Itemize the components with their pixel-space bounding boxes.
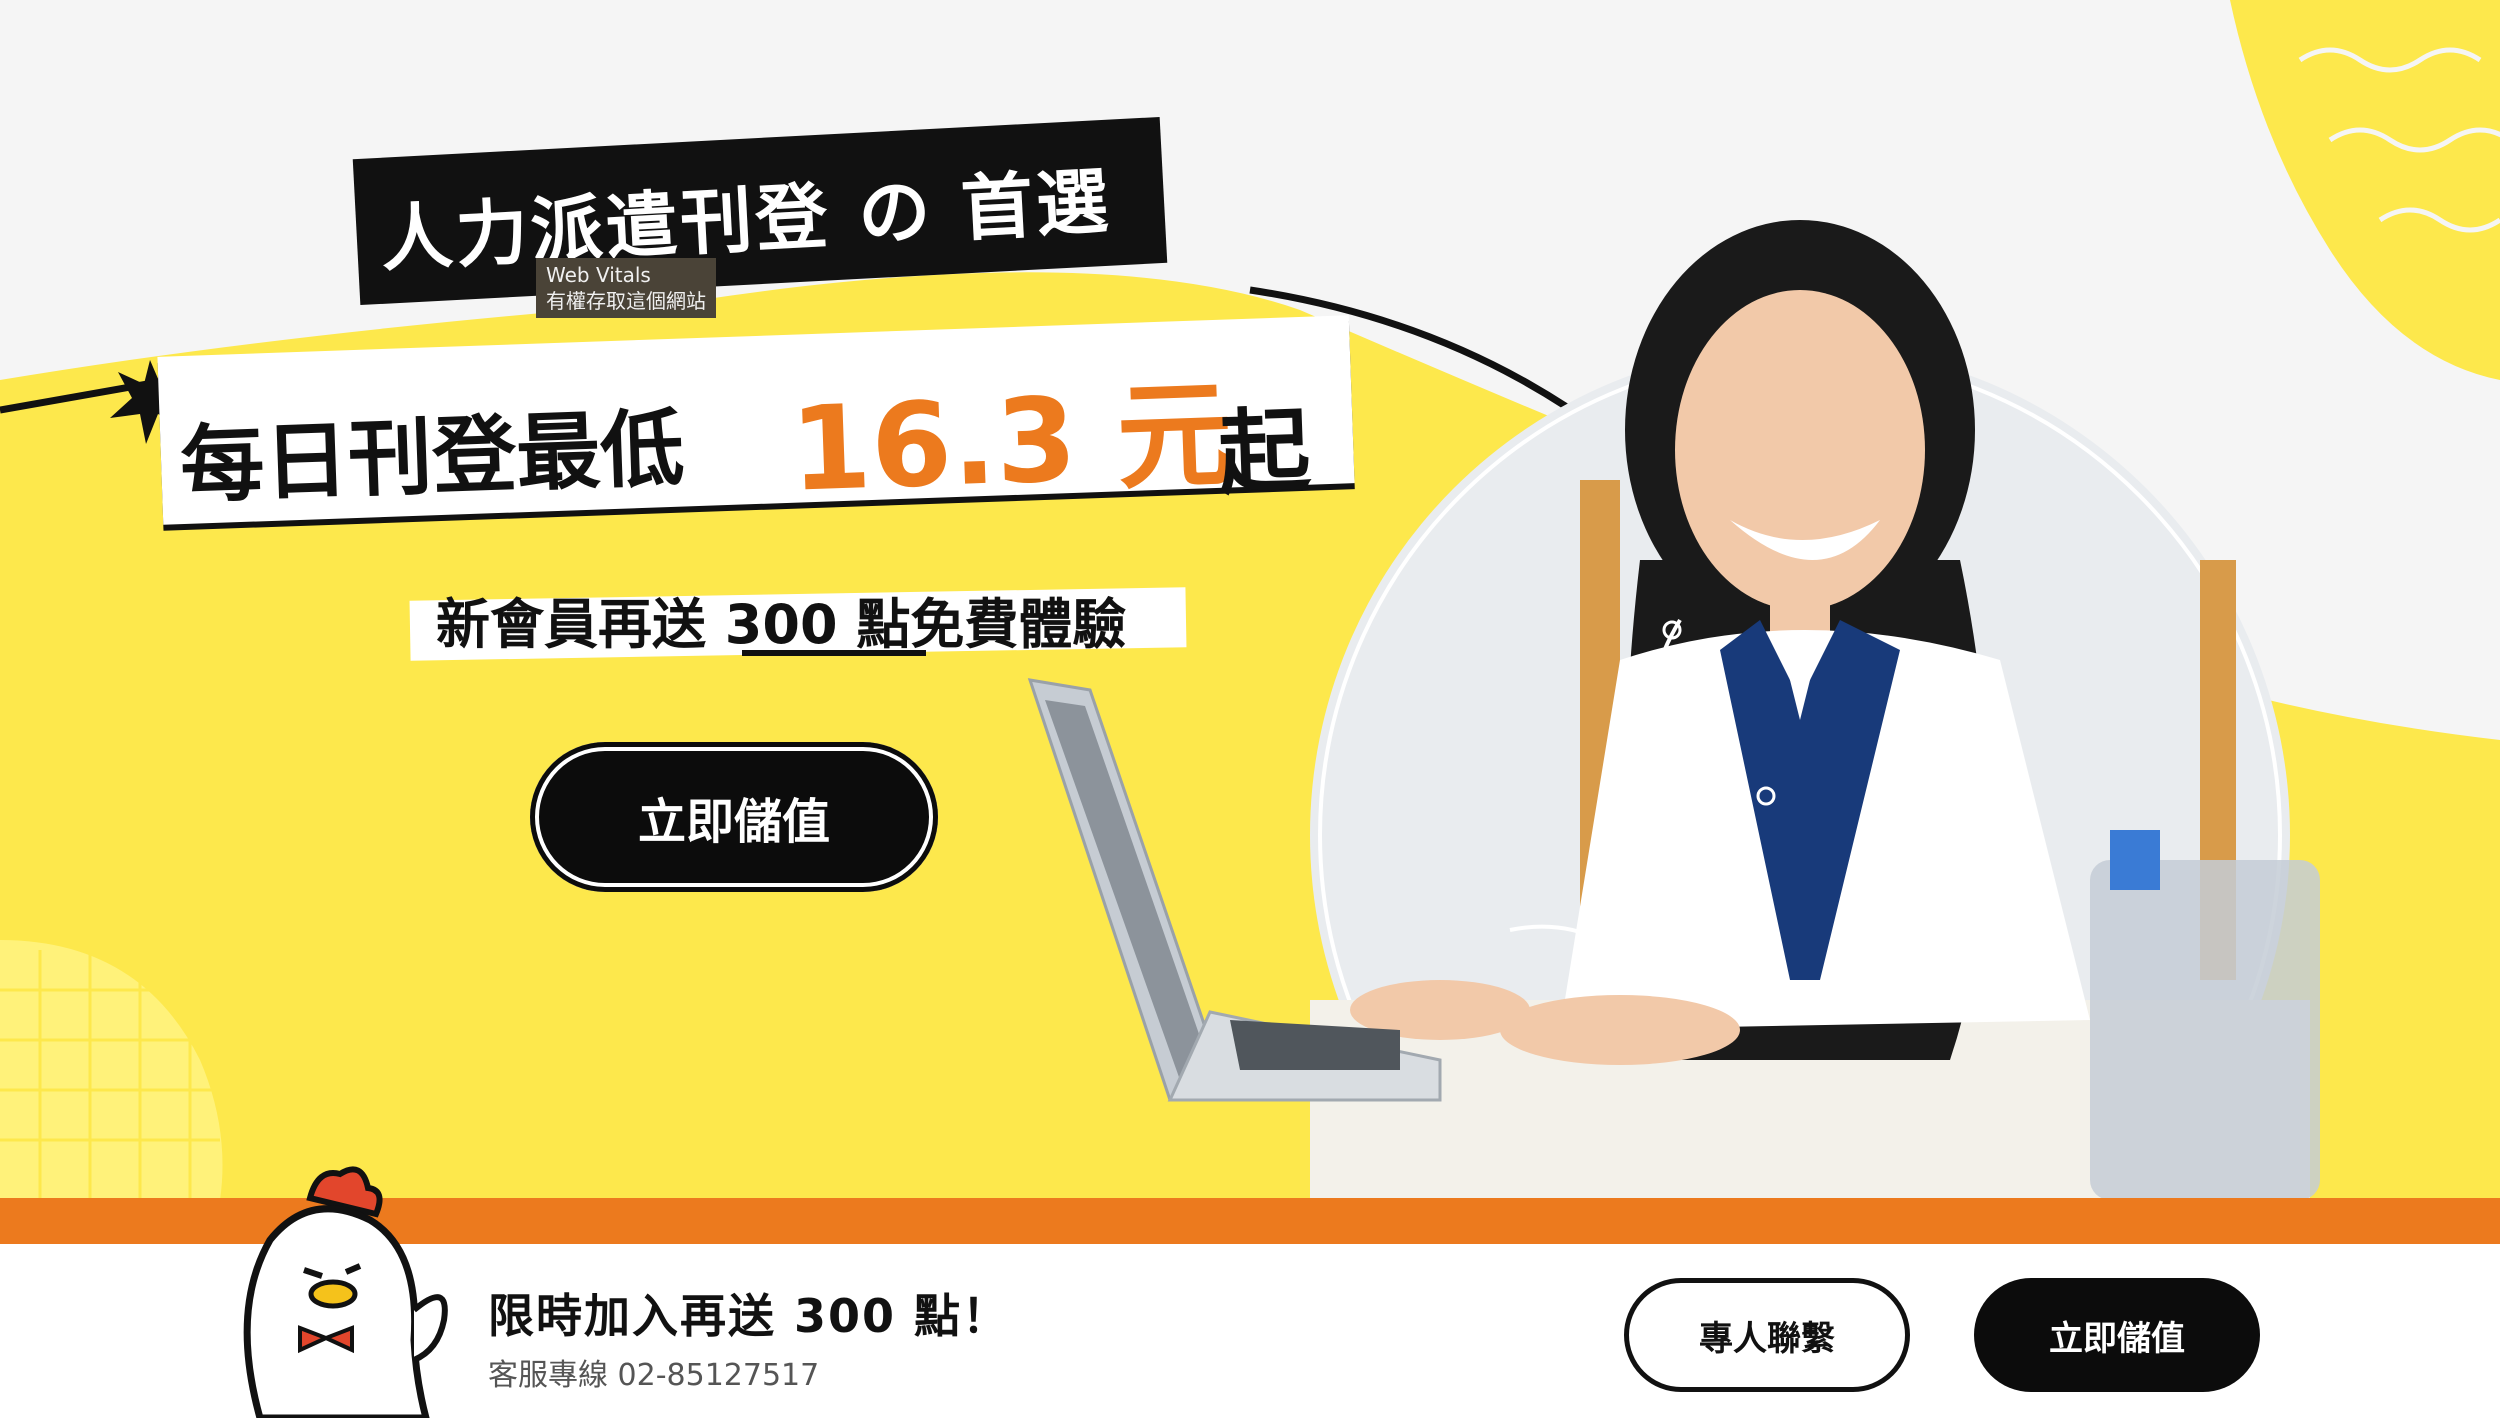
price-suffix: 起 [1216, 397, 1313, 508]
contact-specialist-button[interactable]: 專人聯繫 [1624, 1278, 1910, 1392]
promo-text: 新會員再送 300 點免費體驗 [436, 593, 1127, 656]
hero-topup-button[interactable]: 立即儲值 [530, 742, 938, 892]
web-vitals-tooltip: Web Vitals 有權存取這個網站 [536, 258, 716, 318]
service-phone: 客服專線 02-85127517 [488, 1358, 820, 1393]
promo-underline [742, 650, 926, 656]
hero-banner: 人力派遣刊登 の 首選 每日刊登最低 16.3 元 起 新會員再送 300 點免… [0, 0, 2500, 1200]
price-label: 每日刊登最低 [178, 399, 686, 515]
bar-topup-button[interactable]: 立即儲值 [1974, 1278, 2260, 1392]
price-value: 16.3 元 [788, 367, 1236, 518]
promo-bar-title: 限時加入再送 300 點！ [488, 1289, 1011, 1343]
chicken-mascot-icon [243, 1166, 448, 1418]
